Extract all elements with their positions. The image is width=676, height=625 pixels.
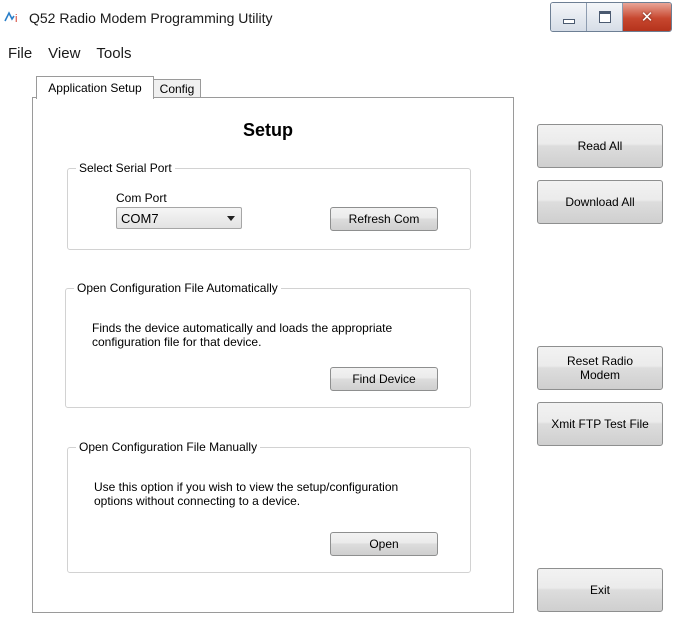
maximize-button[interactable] [587,3,623,31]
reset-radio-modem-button[interactable]: Reset Radio Modem [537,346,663,390]
manual-config-group: Open Configuration File Manually Use thi… [67,440,471,573]
minimize-icon [562,18,575,24]
refresh-com-button[interactable]: Refresh Com [330,207,438,231]
menu-file[interactable]: File [0,45,40,62]
minimize-button[interactable] [551,3,587,31]
manual-config-description: Use this option if you wish to view the … [94,480,399,508]
auto-config-group: Open Configuration File Automatically Fi… [65,281,471,408]
close-icon: ✕ [640,8,654,26]
maximize-icon [598,11,611,23]
chevron-down-icon[interactable] [227,216,235,221]
svg-text:i: i [15,13,17,24]
menu-tools[interactable]: Tools [88,45,139,62]
auto-config-group-label: Open Configuration File Automatically [74,281,281,295]
serial-port-group-label: Select Serial Port [76,161,175,175]
download-all-button[interactable]: Download All [537,180,663,224]
ati-logo-icon: i [4,11,17,24]
title-bar: i Q52 Radio Modem Programming Utility ✕ [0,0,676,38]
find-device-button[interactable]: Find Device [330,367,438,391]
window-controls: ✕ [550,2,672,32]
window-title: Q52 Radio Modem Programming Utility [29,10,273,26]
exit-button[interactable]: Exit [537,568,663,612]
page-title: Setup [243,120,294,140]
manual-config-group-label: Open Configuration File Manually [76,440,261,454]
application-setup-panel: Setup Select Serial Port Com Port COM7 R… [32,97,514,613]
read-all-button[interactable]: Read All [537,124,663,168]
xmit-ftp-test-file-button[interactable]: Xmit FTP Test File [537,402,663,446]
com-port-select[interactable]: COM7 [116,207,242,229]
menu-view[interactable]: View [40,45,88,62]
tab-config[interactable]: Config [153,79,201,98]
menu-bar: File View Tools [0,40,139,66]
open-button[interactable]: Open [330,532,438,556]
close-button[interactable]: ✕ [623,3,671,31]
tab-application-setup[interactable]: Application Setup [36,76,154,99]
serial-port-group: Select Serial Port Com Port COM7 Refresh… [67,161,471,250]
com-port-label: Com Port [116,191,167,205]
auto-config-description: Finds the device automatically and loads… [92,321,393,349]
com-port-value: COM7 [121,210,159,226]
